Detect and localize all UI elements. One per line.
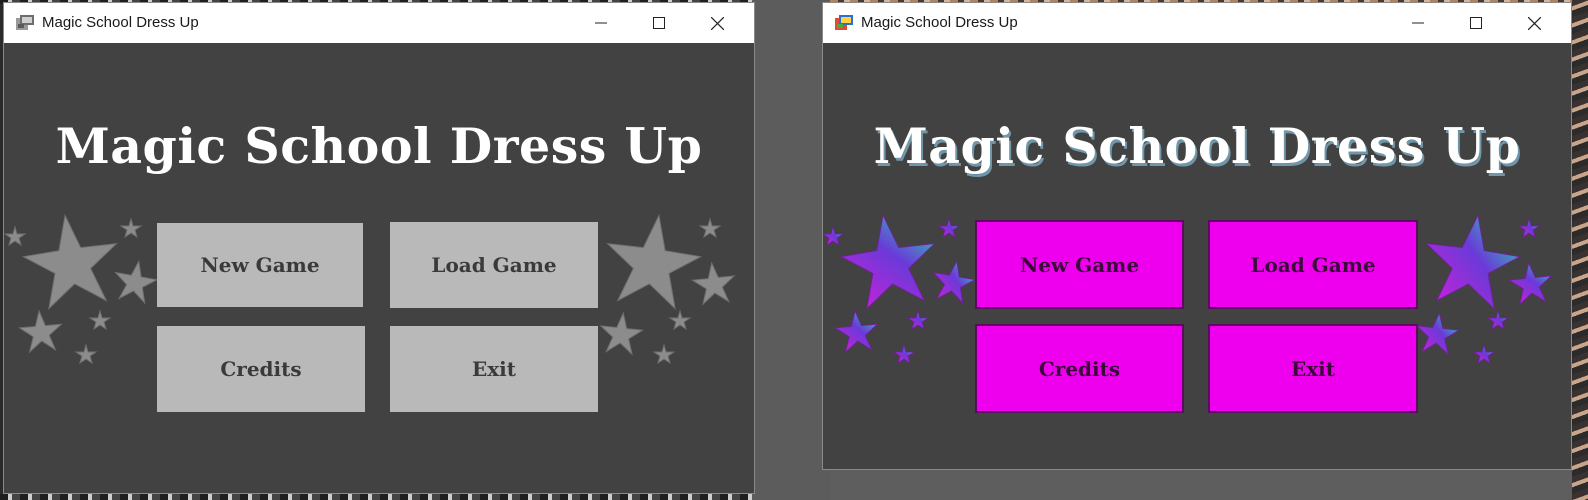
minimize-button[interactable] [572,3,630,43]
close-button[interactable] [1505,3,1563,43]
star-icon [1472,343,1496,364]
game-title: Magic School Dress Up [873,117,1521,175]
star-icon [937,217,961,238]
star-icon [823,225,845,246]
star-icon [698,217,722,239]
game-title: Magic School Dress Up [55,117,703,175]
star-icon [17,309,63,354]
star-icon [906,309,930,330]
star-icon [1486,309,1510,330]
star-icon [690,261,736,306]
star-icon [1508,261,1553,306]
minimize-icon [595,22,607,24]
title-bar[interactable]: Magic School Dress Up [823,3,1571,43]
star-icon [114,259,159,305]
star-icon [21,213,118,311]
minimize-button[interactable] [1389,3,1447,43]
star-icon [599,311,645,356]
star-icon [840,214,936,310]
star-icon [652,343,676,365]
star-decoration [823,214,1553,364]
star-icon [606,213,703,311]
star-icon [74,343,98,365]
star-icon [834,309,879,354]
app-icon [16,15,34,30]
star-decoration [4,213,736,365]
game-canvas: Magic School Dress Up New Game Load Game… [4,43,754,493]
star-icon [4,225,27,247]
desktop-background-gap [752,0,830,500]
new-game-button[interactable]: New Game [157,223,363,307]
window-title: Magic School Dress Up [42,14,199,31]
star-icon [932,260,977,305]
exit-button[interactable]: Exit [390,326,598,412]
close-icon [710,16,724,30]
credits-button[interactable]: Credits [975,324,1184,413]
game-window-colored: Magic School Dress Up Magic School Dress… [822,2,1572,470]
exit-button[interactable]: Exit [1208,324,1418,413]
app-icon [835,15,853,30]
credits-button[interactable]: Credits [157,326,365,412]
star-icon [1517,217,1541,238]
new-game-button[interactable]: New Game [975,220,1184,309]
game-canvas: Magic School Dress Up New Game Load Game… [823,43,1571,469]
star-icon [668,309,692,331]
star-icon [892,343,916,364]
close-button[interactable] [688,3,746,43]
maximize-icon [1470,17,1482,29]
star-icon [119,217,143,239]
star-icon [88,309,112,331]
close-icon [1527,16,1541,30]
game-window-grayscale: Magic School Dress Up Magic School Dress… [3,2,755,494]
desktop-background-bottom-left [0,494,760,500]
maximize-button[interactable] [1447,3,1505,43]
maximize-button[interactable] [630,3,688,43]
maximize-icon [653,17,665,29]
window-title: Magic School Dress Up [861,14,1018,31]
load-game-button[interactable]: Load Game [390,222,598,308]
minimize-icon [1412,22,1424,24]
load-game-button[interactable]: Load Game [1208,220,1418,309]
star-icon [1425,214,1521,310]
star-icon [1415,311,1460,356]
title-bar[interactable]: Magic School Dress Up [4,3,754,43]
desktop-background-right [1572,0,1588,500]
